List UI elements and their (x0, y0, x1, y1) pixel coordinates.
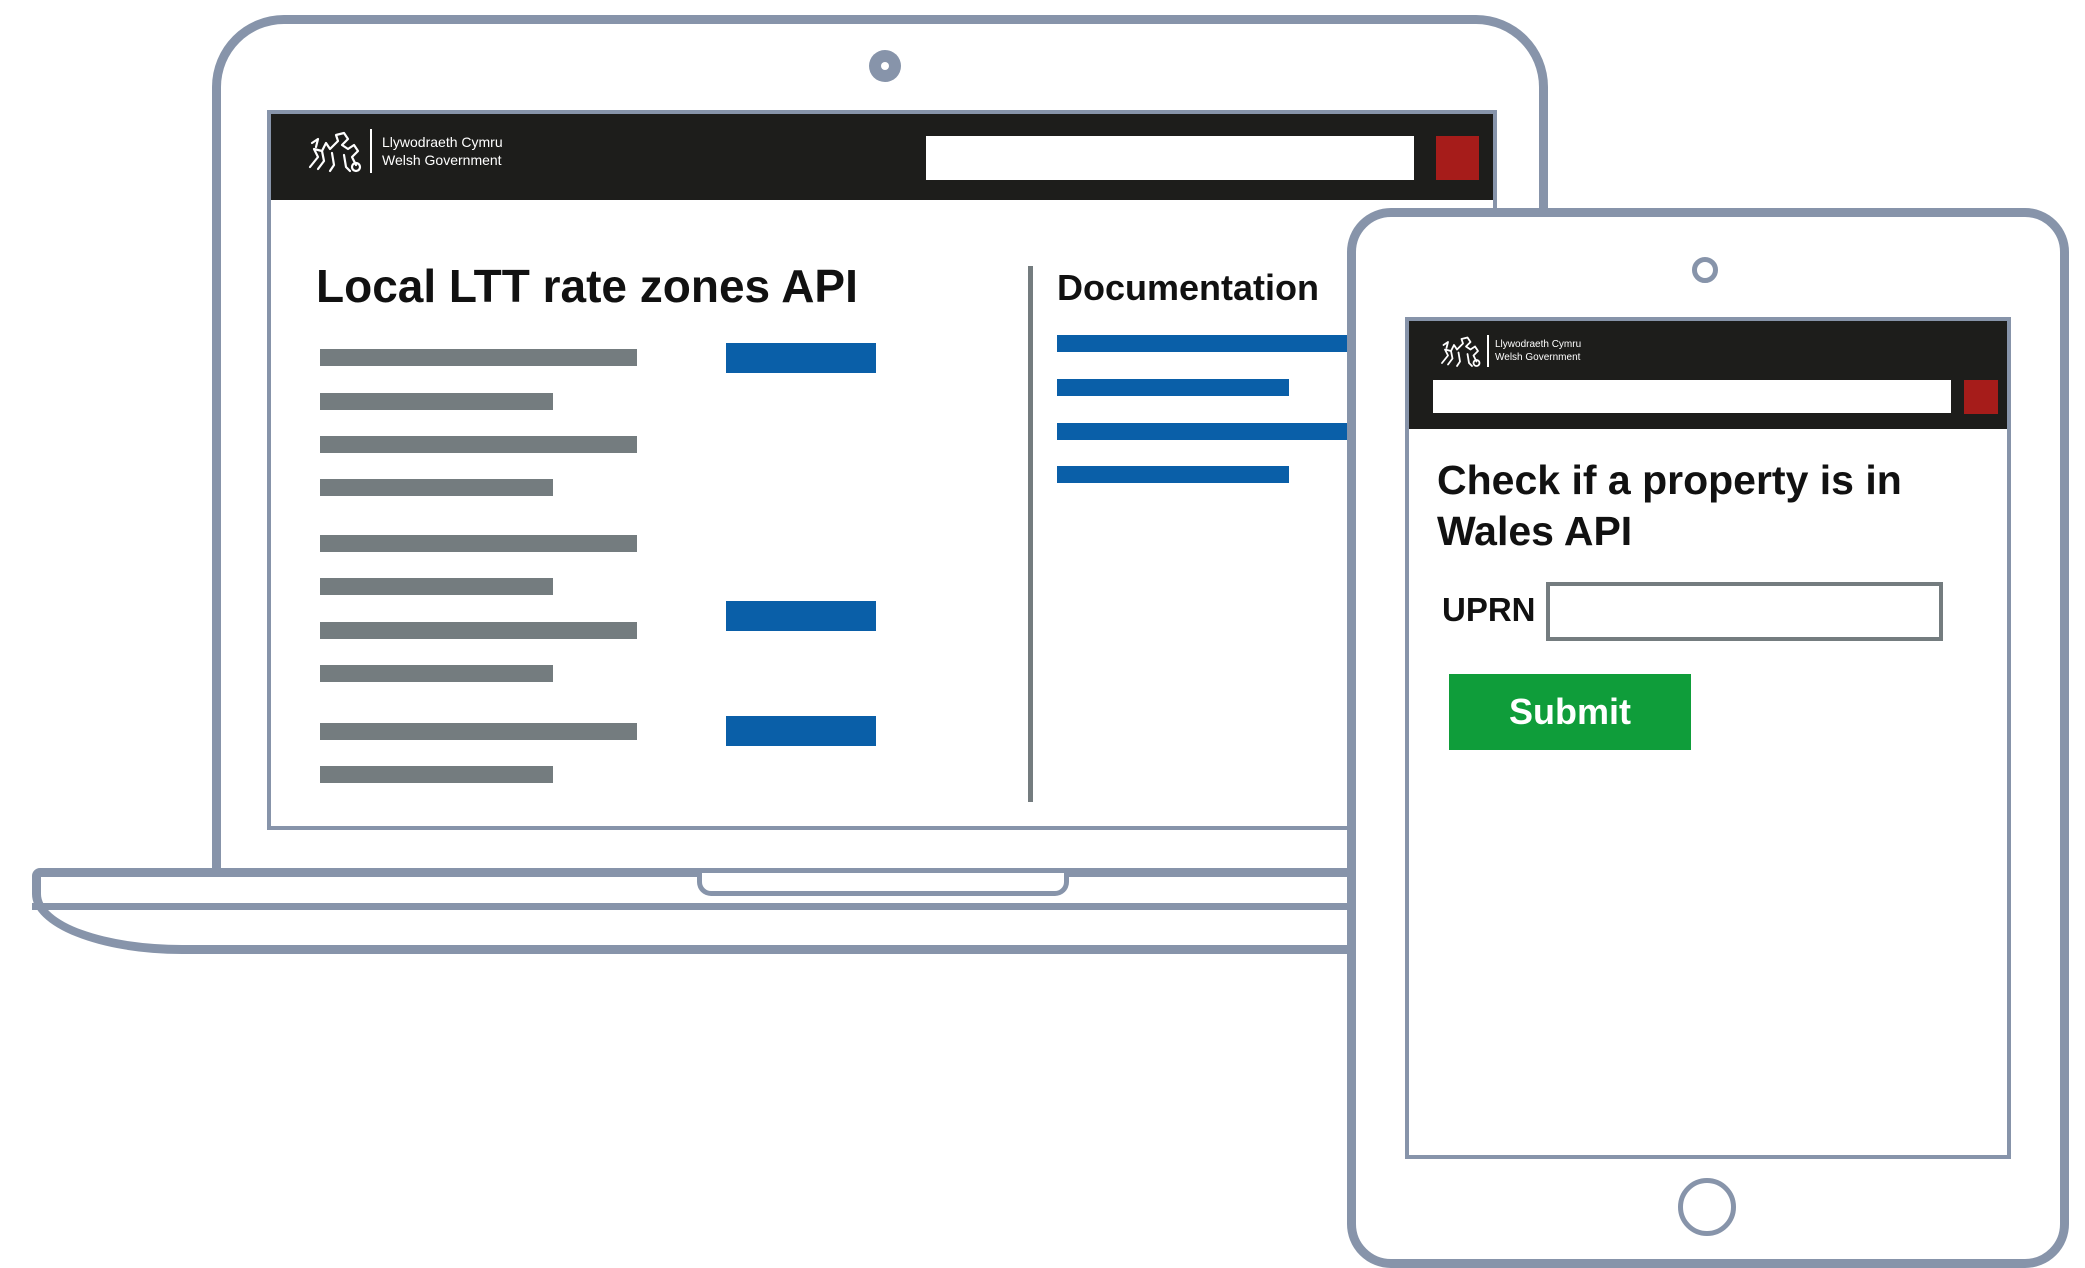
brand-name-en: Welsh Government (382, 152, 502, 168)
dragon-logo-icon (308, 131, 362, 173)
documentation-link[interactable] (1057, 335, 1357, 352)
link-placeholder[interactable] (726, 343, 876, 373)
text-placeholder-line (320, 349, 637, 366)
tablet-home-button (1678, 1178, 1736, 1236)
text-placeholder-line (320, 535, 637, 552)
documentation-link[interactable] (1057, 423, 1357, 440)
text-placeholder-line (320, 766, 553, 783)
uprn-label: UPRN (1442, 591, 1536, 628)
page-title: Local LTT rate zones API (316, 260, 858, 312)
text-placeholder-line (320, 665, 553, 682)
laptop-screen: Llywodraeth Cymru Welsh Government Local… (267, 110, 1497, 830)
tablet-screen: Llywodraeth Cymru Welsh Government Check… (1405, 317, 2011, 1159)
search-button[interactable] (1436, 136, 1479, 180)
search-button[interactable] (1964, 380, 1998, 414)
search-input[interactable] (926, 136, 1414, 180)
uprn-input[interactable] (1546, 582, 1943, 641)
column-divider (1028, 266, 1033, 802)
tablet-camera (1692, 257, 1718, 283)
page-title: Check if a property is in Wales API (1437, 457, 1902, 554)
documentation-link[interactable] (1057, 379, 1289, 396)
documentation-heading: Documentation (1057, 267, 1320, 308)
link-placeholder[interactable] (726, 716, 876, 746)
welsh-government-logo[interactable]: Llywodraeth Cymru Welsh Government (304, 127, 503, 175)
search-input[interactable] (1433, 380, 1951, 413)
text-placeholder-line (320, 723, 637, 740)
link-placeholder[interactable] (726, 601, 876, 631)
tablet-site-header: Llywodraeth Cymru Welsh Government (1409, 321, 2007, 429)
text-placeholder-line (320, 479, 553, 496)
submit-button[interactable]: Submit (1449, 674, 1691, 750)
text-placeholder-line (320, 622, 637, 639)
laptop-trackpad-notch (697, 873, 1069, 896)
dragon-logo-icon (1441, 336, 1481, 367)
text-placeholder-line (320, 578, 553, 595)
brand-name-cy: Llywodraeth Cymru (382, 133, 503, 150)
documentation-link[interactable] (1057, 466, 1289, 483)
brand-name-cy: Llywodraeth Cymru (1495, 339, 1582, 350)
site-header: Llywodraeth Cymru Welsh Government (271, 114, 1493, 200)
laptop-base-edge (32, 903, 1532, 910)
text-placeholder-line (320, 393, 553, 410)
laptop-camera (869, 50, 901, 82)
welsh-government-logo[interactable]: Llywodraeth Cymru Welsh Government (1437, 333, 1581, 369)
brand-name-en: Welsh Government (1495, 352, 1581, 363)
text-placeholder-line (320, 436, 637, 453)
